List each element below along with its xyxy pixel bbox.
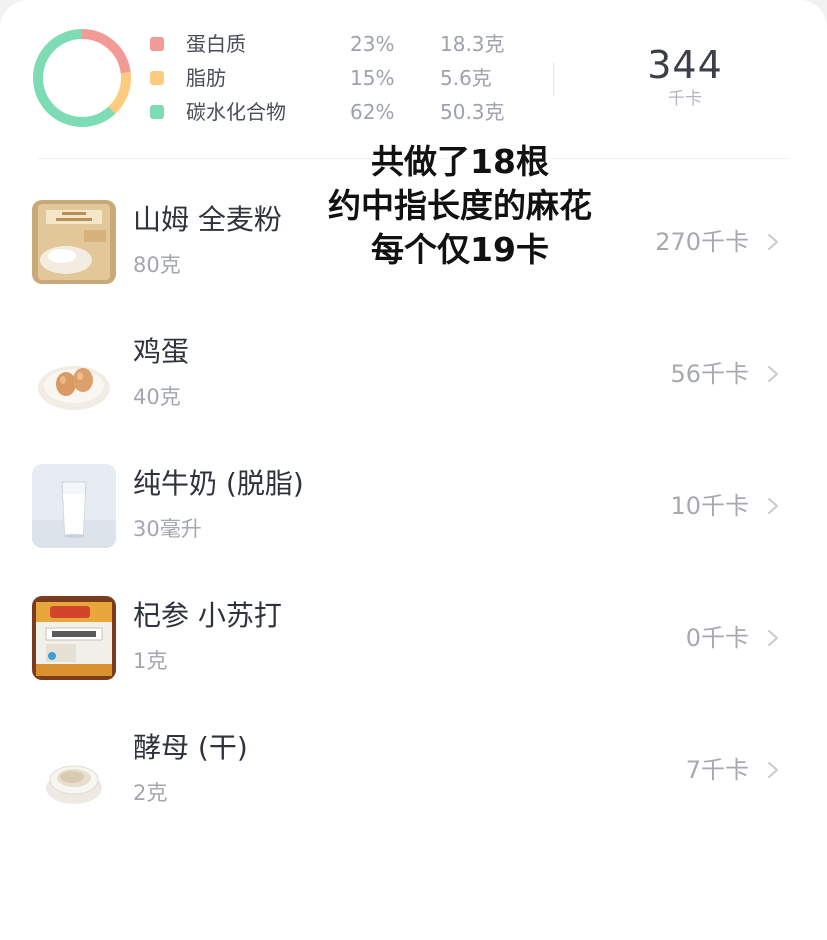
food-name: 杞参 小苏打 xyxy=(133,599,282,632)
macro-name: 脂肪 xyxy=(186,66,226,90)
food-calories: 56千卡 xyxy=(670,360,749,388)
chevron-right-icon xyxy=(768,630,778,646)
food-calories: 0千卡 xyxy=(685,624,749,652)
nutrition-summary: 蛋白质 23% 18.3克 脂肪 15% 5.6克 碳水化合物 62% 50.3… xyxy=(0,0,827,158)
food-item-milk[interactable]: 纯牛奶 (脱脂) 30毫升 10千卡 xyxy=(0,450,827,560)
food-amount: 80克 xyxy=(133,253,181,277)
food-calories: 7千卡 xyxy=(685,756,749,784)
food-name: 鸡蛋 xyxy=(133,335,190,368)
food-amount: 2克 xyxy=(133,781,168,805)
chevron-right-icon xyxy=(768,234,778,250)
fat-color-dot xyxy=(150,71,164,85)
macro-percent: 15% xyxy=(350,66,395,90)
macro-amount: 50.3克 xyxy=(440,100,505,124)
food-amount: 1克 xyxy=(133,649,168,673)
summary-divider xyxy=(553,62,554,96)
food-amount: 40克 xyxy=(133,385,181,409)
macro-row-protein: 蛋白质 23% 18.3克 xyxy=(150,29,530,59)
yeast-bowl-thumbnail xyxy=(32,728,116,812)
macro-name: 蛋白质 xyxy=(186,32,246,56)
macro-percent: 62% xyxy=(350,100,395,124)
macro-amount: 5.6克 xyxy=(440,66,492,90)
total-kcal-value: 344 xyxy=(647,43,723,87)
food-amount: 30毫升 xyxy=(133,517,202,541)
carb-color-dot xyxy=(150,105,164,119)
eggs-plate-thumbnail xyxy=(32,332,116,416)
chevron-right-icon xyxy=(768,366,778,382)
baking-soda-thumbnail xyxy=(32,596,116,680)
food-name: 山姆 全麦粉 xyxy=(133,203,282,236)
food-name: 酵母 (干) xyxy=(133,731,248,764)
food-name: 纯牛奶 (脱脂) xyxy=(133,467,304,500)
chevron-right-icon xyxy=(768,762,778,778)
milk-glass-thumbnail xyxy=(32,464,116,548)
food-item-flour[interactable]: 山姆 全麦粉 80克 270千卡 xyxy=(0,186,827,296)
flour-bag-thumbnail xyxy=(32,200,116,284)
chevron-right-icon xyxy=(768,498,778,514)
food-calories: 10千卡 xyxy=(670,492,749,520)
protein-color-dot xyxy=(150,37,164,51)
food-item-egg[interactable]: 鸡蛋 40克 56千卡 xyxy=(0,318,827,428)
macro-name: 碳水化合物 xyxy=(186,100,286,124)
macro-row-carbs: 碳水化合物 62% 50.3克 xyxy=(150,97,530,127)
nutrition-card: 蛋白质 23% 18.3克 脂肪 15% 5.6克 碳水化合物 62% 50.3… xyxy=(0,0,827,940)
total-kcal-unit: 千卡 xyxy=(668,89,702,109)
macro-amount: 18.3克 xyxy=(440,32,505,56)
total-calories: 344 千卡 xyxy=(600,42,770,110)
macro-donut-chart xyxy=(33,29,131,127)
food-item-yeast[interactable]: 酵母 (干) 2克 7千卡 xyxy=(0,714,827,824)
food-item-baking-soda[interactable]: 杞参 小苏打 1克 0千卡 xyxy=(0,582,827,692)
section-divider xyxy=(38,158,788,159)
food-calories: 270千卡 xyxy=(655,228,749,256)
macro-percent: 23% xyxy=(350,32,395,56)
macro-row-fat: 脂肪 15% 5.6克 xyxy=(150,63,530,93)
